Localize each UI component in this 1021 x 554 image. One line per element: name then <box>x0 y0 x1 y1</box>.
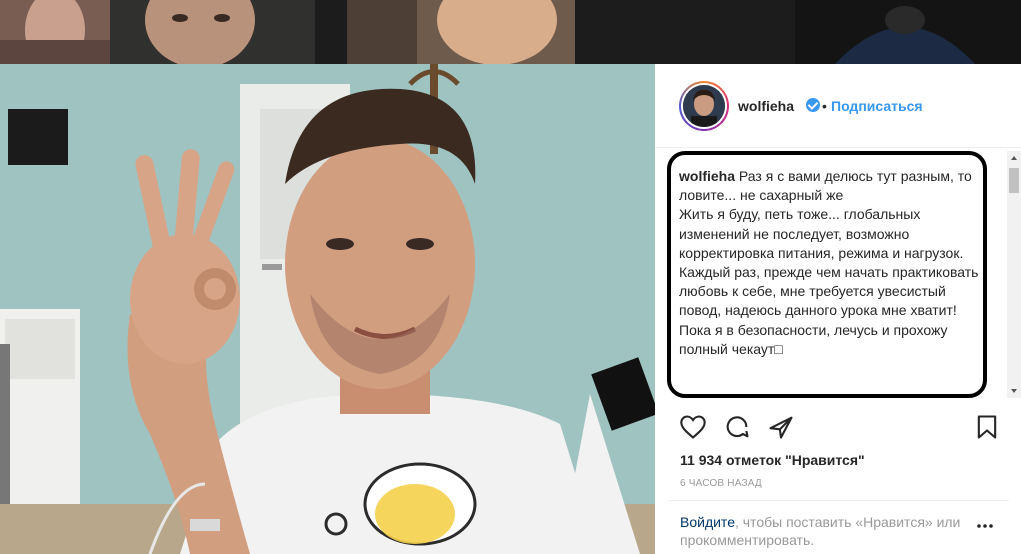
related-post-thumb[interactable] <box>347 0 575 64</box>
related-post-thumb[interactable] <box>0 0 110 64</box>
related-posts-strip <box>0 0 1021 64</box>
caption-line: Каждый раз, прежде чем начать практикова… <box>679 264 979 319</box>
verified-badge-icon <box>806 98 820 112</box>
username-link[interactable]: wolfieha <box>738 98 794 114</box>
story-ring[interactable] <box>679 81 729 131</box>
follow-button[interactable]: Подписаться <box>831 98 923 114</box>
scrollbar-thumb[interactable] <box>1009 168 1019 193</box>
comment-icon[interactable] <box>723 413 751 441</box>
separator-dot: • <box>822 98 827 114</box>
post-side-panel: wolfieha • Подписаться wolfieha Раз я с … <box>655 64 1021 554</box>
caption-line: Пока я в безопасности, лечусь и прохожу … <box>679 321 948 357</box>
caption: wolfieha Раз я с вами делюсь тут разным,… <box>679 167 979 359</box>
post-timestamp[interactable]: 6 часов назад <box>680 478 762 489</box>
scroll-down-arrow-icon[interactable] <box>1007 384 1021 398</box>
related-post-thumb[interactable] <box>110 0 315 64</box>
likes-count[interactable]: 11 934 отметок "Нравится" <box>680 452 865 468</box>
caption-username[interactable]: wolfieha <box>679 168 735 184</box>
caption-scrollbar[interactable] <box>1007 151 1021 398</box>
scroll-up-arrow-icon[interactable] <box>1007 151 1021 165</box>
related-post-thumb[interactable] <box>795 0 1021 64</box>
login-prompt: Войдите, чтобы поставить «Нравится» или … <box>680 513 970 549</box>
post-header: wolfieha • Подписаться <box>655 64 1021 148</box>
more-options-icon[interactable] <box>975 516 995 536</box>
avatar[interactable] <box>683 85 725 127</box>
post-photo[interactable] <box>0 64 655 554</box>
instagram-post-page: wolfieha • Подписаться wolfieha Раз я с … <box>0 0 1021 554</box>
bookmark-icon[interactable] <box>973 413 1001 441</box>
post-actions <box>655 409 1021 443</box>
login-link[interactable]: Войдите <box>680 514 735 530</box>
heart-icon[interactable] <box>679 413 707 441</box>
caption-highlight-box: wolfieha Раз я с вами делюсь тут разным,… <box>667 151 987 398</box>
divider <box>667 500 1009 501</box>
share-icon[interactable] <box>767 413 795 441</box>
caption-line: Жить я буду, петь тоже... глобальных изм… <box>679 206 964 261</box>
